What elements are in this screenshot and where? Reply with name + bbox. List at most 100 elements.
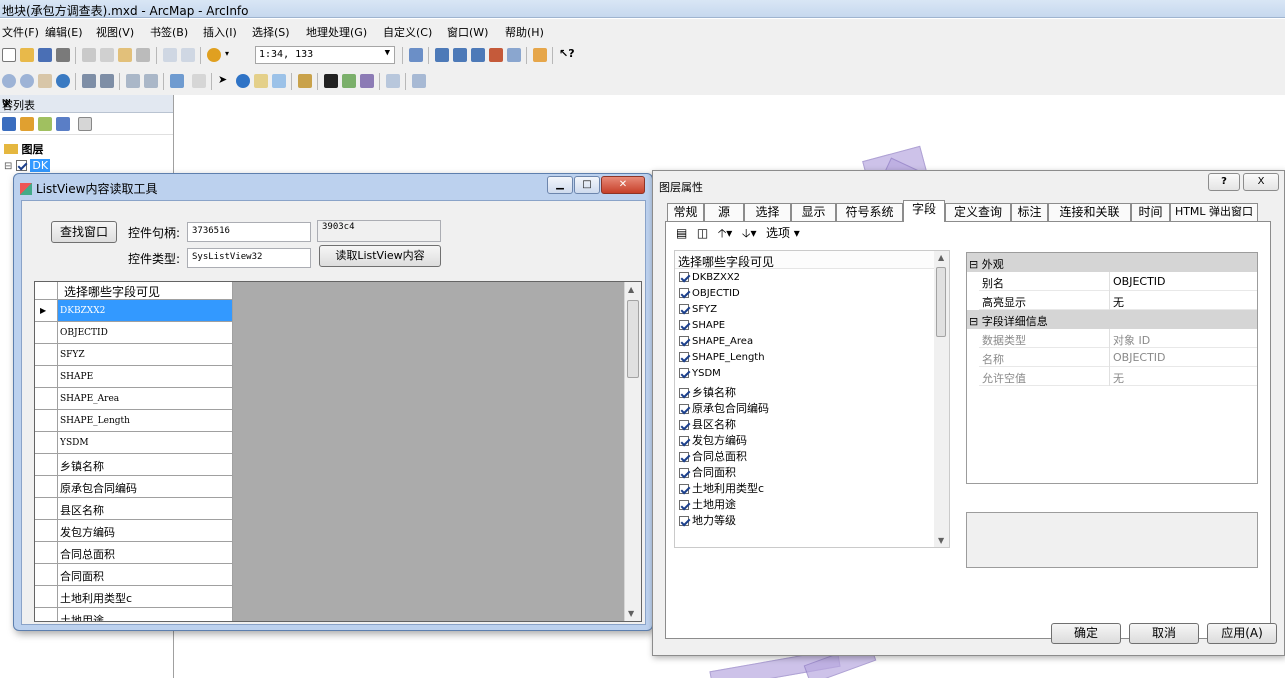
identify-icon[interactable] (236, 74, 250, 88)
zoom-in-icon[interactable] (2, 74, 16, 88)
grid-cell[interactable]: SHAPE_Area (58, 388, 233, 410)
list-by-drawing-order-icon[interactable] (2, 117, 16, 131)
tab-html-popup[interactable]: HTML 弹出窗口 (1170, 203, 1258, 221)
chevron-down-icon[interactable]: ▾ (225, 49, 233, 63)
row-header[interactable] (35, 432, 58, 454)
fixed-zoom-in-icon[interactable] (82, 74, 96, 88)
row-header[interactable] (35, 586, 58, 608)
scale-input[interactable]: 1:34, 133 ▼ (255, 46, 395, 64)
row-header[interactable] (35, 410, 58, 432)
alias-value[interactable]: OBJECTID (1113, 275, 1166, 288)
menu-file[interactable]: 文件(F) (2, 24, 39, 40)
handle-field[interactable]: 3736516 (187, 222, 311, 242)
list-by-source-icon[interactable] (20, 117, 34, 131)
menu-edit[interactable]: 编辑(E) (45, 24, 83, 40)
toc-layer-dk[interactable]: ⊟ DK (4, 159, 51, 172)
copy-icon[interactable] (100, 48, 114, 62)
grid-cell[interactable]: 乡镇名称 (58, 454, 233, 476)
cancel-button[interactable]: 取消 (1129, 623, 1199, 644)
field-item[interactable]: 土地利用类型c (679, 480, 764, 496)
row-header[interactable] (35, 454, 58, 476)
collapse-icon[interactable]: ⊟ (969, 258, 982, 271)
find-route-icon[interactable] (342, 74, 356, 88)
toc-layers-group[interactable]: 图层 (4, 141, 44, 157)
apply-button[interactable]: 应用(A) (1207, 623, 1277, 644)
grid-cell[interactable]: OBJECTID (58, 322, 233, 344)
row-header[interactable] (35, 542, 58, 564)
menu-windows[interactable]: 窗口(W) (447, 24, 488, 40)
grid-cell[interactable]: SHAPE_Length (58, 410, 233, 432)
vertical-scrollbar[interactable]: ▲ ▼ (624, 282, 641, 621)
hyperlink-icon[interactable] (254, 74, 268, 88)
row-header[interactable] (35, 498, 58, 520)
collapse-icon[interactable]: ⊟ (969, 315, 982, 328)
minimize-button[interactable]: ▁ (547, 176, 573, 194)
field-details-category[interactable]: ⊟ 字段详细信息 (967, 310, 1257, 329)
highlight-value[interactable]: 无 (1113, 294, 1124, 310)
ok-button[interactable]: 确定 (1051, 623, 1121, 644)
scroll-down-icon[interactable]: ▼ (938, 536, 944, 545)
new-document-icon[interactable] (2, 48, 16, 62)
menu-customize[interactable]: 自定义(C) (383, 24, 432, 40)
field-checkbox[interactable] (679, 304, 689, 314)
field-item[interactable]: SHAPE_Area (679, 336, 753, 347)
field-item[interactable]: 土地用途 (679, 496, 736, 512)
row-header[interactable] (35, 344, 58, 366)
select-elements-icon[interactable]: ➤ (218, 73, 232, 87)
list-by-selection-icon[interactable] (56, 117, 70, 131)
field-checkbox[interactable] (679, 336, 689, 346)
field-item[interactable]: SHAPE (679, 320, 725, 331)
row-header[interactable] (35, 476, 58, 498)
grid-cell[interactable]: 发包方编码 (58, 520, 233, 542)
scroll-up-icon[interactable]: ▲ (938, 253, 944, 262)
menu-view[interactable]: 视图(V) (96, 24, 134, 40)
field-item[interactable]: SHAPE_Length (679, 352, 765, 363)
grid-cell[interactable]: 土地利用类型c (58, 586, 233, 608)
field-item[interactable]: 合同面积 (679, 464, 736, 480)
field-item[interactable]: 地力等级 (679, 512, 736, 528)
table-view-icon[interactable]: ▤ (676, 226, 687, 240)
move-up-icon[interactable]: 🡡▾ (718, 226, 733, 240)
field-item[interactable]: DKBZXX2 (679, 272, 740, 283)
row-header[interactable] (35, 366, 58, 388)
collapse-icon[interactable]: ⊟ (4, 161, 12, 172)
time-slider-icon[interactable] (386, 74, 400, 88)
list-view-icon[interactable]: ◫ (697, 226, 708, 240)
menu-select[interactable]: 选择(S) (252, 24, 290, 40)
menu-help[interactable]: 帮助(H) (505, 24, 544, 40)
viewer-window-icon[interactable] (412, 74, 426, 88)
field-item[interactable]: SFYZ (679, 304, 717, 315)
maximize-button[interactable]: □ (574, 176, 600, 194)
paste-icon[interactable] (118, 48, 132, 62)
move-down-icon[interactable]: 🡣▾ (742, 226, 757, 240)
go-to-xy-icon[interactable] (360, 74, 374, 88)
help-button[interactable]: ? (1208, 173, 1240, 191)
grid-cell[interactable]: YSDM (58, 432, 233, 454)
print-icon[interactable] (56, 48, 70, 62)
highlight-row[interactable]: 高亮显示 无 (979, 291, 1257, 310)
chevron-down-icon[interactable]: ▼ (385, 48, 390, 58)
tab-selection[interactable]: 选择 (744, 203, 791, 221)
field-item[interactable]: 乡镇名称 (679, 384, 736, 400)
fixed-zoom-out-icon[interactable] (100, 74, 114, 88)
menu-insert[interactable]: 插入(I) (203, 24, 237, 40)
column-header[interactable]: 选择哪些字段可见 (58, 282, 233, 300)
field-item[interactable]: 发包方编码 (679, 432, 747, 448)
tab-general[interactable]: 常规 (667, 203, 704, 221)
read-listview-button[interactable]: 读取ListView内容 (319, 245, 441, 267)
row-header[interactable] (35, 564, 58, 586)
tab-joins-relates[interactable]: 连接和关联 (1048, 203, 1131, 221)
field-checkbox[interactable] (679, 404, 689, 414)
select-features-icon[interactable] (170, 74, 184, 88)
add-data-icon[interactable] (207, 48, 221, 62)
grid-cell[interactable]: SHAPE (58, 366, 233, 388)
grid-cell[interactable]: SFYZ (58, 344, 233, 366)
scrollbar-thumb[interactable] (627, 300, 639, 378)
tab-symbology[interactable]: 符号系统 (836, 203, 903, 221)
field-item[interactable]: OBJECTID (679, 288, 740, 299)
field-checkbox[interactable] (679, 500, 689, 510)
forward-extent-icon[interactable] (144, 74, 158, 88)
model-builder-icon[interactable] (533, 48, 547, 62)
menu-bookmarks[interactable]: 书签(B) (150, 24, 188, 40)
field-checkbox[interactable] (679, 320, 689, 330)
